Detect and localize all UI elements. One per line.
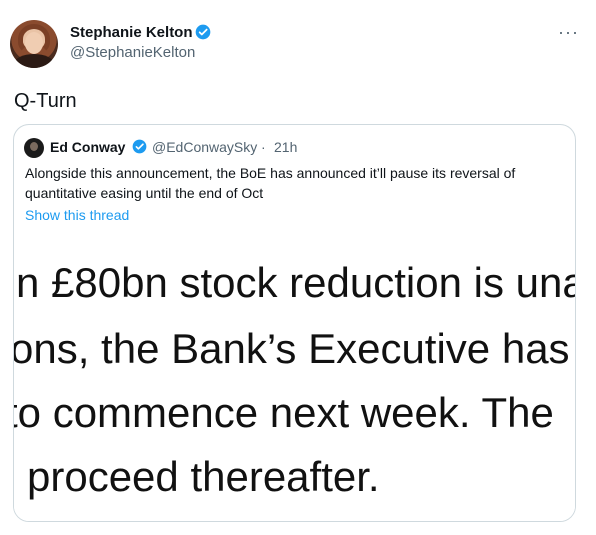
- author-avatar[interactable]: [10, 20, 58, 68]
- separator-dot: ·: [261, 139, 266, 155]
- quoted-tweet-card[interactable]: Ed Conway @EdConwaySky · 21h Alongside t…: [13, 124, 576, 522]
- image-text-line: to commence next week. The: [14, 389, 554, 436]
- avatar-face: [25, 32, 43, 54]
- author-name[interactable]: Stephanie Kelton: [70, 24, 193, 41]
- verified-badge-icon: [132, 139, 147, 154]
- verified-badge-icon: [195, 24, 211, 40]
- quoted-tweet-text: Alongside this announcement, the BoE has…: [25, 165, 516, 201]
- more-options-icon[interactable]: ···: [558, 22, 579, 43]
- tweet-text: Q-Turn: [14, 90, 77, 112]
- quoted-tweet-time[interactable]: 21h: [274, 139, 297, 155]
- show-thread-link[interactable]: Show this thread: [25, 207, 129, 223]
- quoted-author-avatar[interactable]: [24, 138, 44, 158]
- quoted-author-handle[interactable]: @EdConwaySky: [152, 139, 257, 155]
- author-handle[interactable]: @StephanieKelton: [70, 44, 195, 61]
- quoted-author-name[interactable]: Ed Conway: [50, 139, 125, 155]
- image-text-line: ons, the Bank’s Executive has: [14, 325, 570, 372]
- quoted-tweet-image[interactable]: n £80bn stock reduction is una ons, the …: [14, 243, 576, 521]
- image-text-line: l proceed thereafter.: [14, 453, 380, 500]
- avatar-shirt: [14, 54, 54, 68]
- image-text-line: n £80bn stock reduction is una: [16, 259, 576, 306]
